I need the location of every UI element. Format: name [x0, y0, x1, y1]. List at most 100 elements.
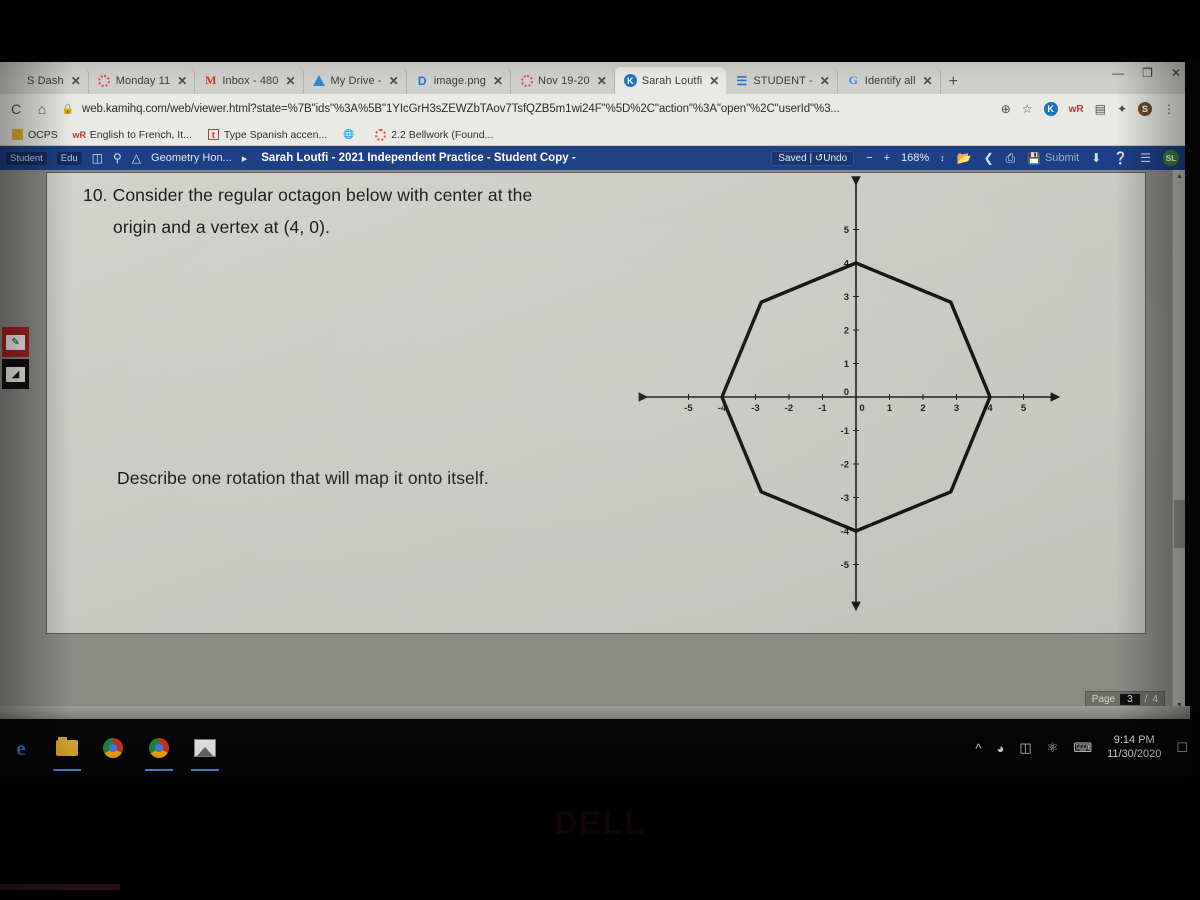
clock[interactable]: 9:14 PM 11/30/2020 — [1107, 734, 1161, 762]
browser-tab-1[interactable]: Monday 11 ✕ — [88, 67, 196, 94]
reload-icon[interactable]: C — [8, 101, 24, 117]
active-indicator — [53, 769, 81, 771]
action-center-icon[interactable]: ☐ — [1176, 740, 1188, 756]
taskbar-file-explorer-button[interactable] — [50, 731, 84, 771]
question-line-2: origin and a vertex at (4, 0). — [113, 217, 330, 237]
folder-icon — [12, 129, 23, 140]
bookmark-ocps[interactable]: OCPS — [12, 129, 58, 141]
print-icon[interactable]: ⎙ — [1006, 151, 1016, 166]
home-icon[interactable]: ⌂ — [34, 101, 50, 117]
taskbar-chrome-button-2[interactable] — [142, 731, 176, 771]
url-bar[interactable]: 🔒 web.kamihq.com/web/viewer.html?state=%… — [60, 103, 991, 115]
clock-date: 11/30/2020 — [1107, 748, 1162, 760]
browser-omnibox-row: C ⌂ 🔒 web.kamihq.com/web/viewer.html?sta… — [0, 94, 1185, 124]
svg-text:-2: -2 — [841, 460, 849, 471]
viewer-scrollbar[interactable]: ▲ ▼ — [1172, 170, 1185, 712]
sidebar-toggle-icon[interactable]: ◫ — [92, 151, 103, 165]
google-icon: G — [848, 73, 858, 87]
bookmark-bellwork[interactable]: 2.2 Bellwork (Found... — [375, 128, 493, 141]
close-icon[interactable]: ✕ — [923, 75, 933, 87]
bookmark-english-to-french[interactable]: wR English to French, It... — [73, 129, 192, 141]
breadcrumb-arrow-icon: ▸ — [241, 152, 248, 165]
close-icon[interactable]: ✕ — [493, 75, 503, 87]
minimize-button[interactable]: — — [1112, 66, 1124, 80]
browser-tab-2[interactable]: M Inbox - 480 ✕ — [195, 67, 304, 94]
search-icon[interactable]: ⚲ — [113, 151, 122, 165]
browser-tab-0[interactable]: S Dash ✕ — [0, 67, 89, 94]
drive-icon[interactable]: △ — [132, 151, 141, 165]
battery-icon[interactable]: ◫ — [1019, 740, 1031, 756]
scrollbar-thumb[interactable] — [1174, 500, 1185, 548]
close-icon[interactable]: ✕ — [285, 75, 295, 87]
help-icon[interactable]: ❔ — [1113, 151, 1128, 165]
windows-taskbar: e ^ ◕ ◫ ⚛ ⌨ 9:14 PM 11/30/2020 ☐ — [0, 719, 1200, 777]
question-line-1: 10. Consider the regular octagon below w… — [83, 185, 533, 205]
maximize-button[interactable]: ❐ — [1142, 66, 1153, 80]
shape-tool[interactable]: ◢ — [2, 359, 29, 389]
profile-avatar[interactable]: S — [1138, 102, 1152, 116]
browser-tab-5-active-kami[interactable]: K Sarah Loutfi ✕ — [614, 67, 727, 94]
folder-open-icon[interactable]: 📂 — [957, 151, 972, 165]
close-window-button[interactable]: ✕ — [1171, 66, 1181, 80]
hamburger-icon[interactable]: ☰ — [1140, 151, 1151, 165]
close-icon[interactable]: ✕ — [389, 75, 399, 87]
close-icon[interactable]: ✕ — [709, 75, 719, 87]
zoom-stepper-icon[interactable]: ↕ — [940, 153, 945, 163]
svg-text:-1: -1 — [841, 426, 850, 437]
page-total: 4 — [1152, 694, 1158, 705]
undo-label[interactable]: Undo — [823, 153, 847, 164]
bluetooth-icon[interactable]: ⚛ — [1047, 740, 1059, 756]
reader-extension-icon[interactable]: ▤ — [1095, 102, 1106, 116]
bookmark-type-spanish-accents[interactable]: t Type Spanish accen... — [207, 129, 327, 141]
wr-extension-icon[interactable]: wR — [1069, 104, 1084, 115]
close-icon[interactable]: ✕ — [177, 75, 187, 87]
save-status-and-undo[interactable]: Saved | ↺Undo — [771, 150, 855, 166]
breadcrumb-folder[interactable]: Geometry Hon... — [151, 152, 232, 164]
wifi-icon[interactable]: ◕ — [997, 741, 1005, 756]
puzzle-extension-icon[interactable]: ✦ — [1117, 102, 1127, 116]
zoom-level-value[interactable]: 168% — [901, 152, 929, 164]
close-icon[interactable]: ✕ — [71, 75, 81, 87]
new-tab-button[interactable]: + — [941, 73, 966, 94]
submit-label: Submit — [1044, 152, 1080, 164]
kami-extension-icon[interactable]: K — [1043, 102, 1058, 116]
generic-icon — [9, 74, 22, 87]
browser-tab-3[interactable]: My Drive - ✕ — [303, 67, 407, 94]
lock-icon: 🔒 — [61, 103, 75, 115]
url-text: web.kamihq.com/web/viewer.html?state=%7B… — [82, 103, 840, 115]
gmail-icon: M — [205, 73, 217, 87]
browser-tab-8[interactable]: G Identify all ✕ — [837, 67, 941, 94]
close-icon[interactable]: ✕ — [597, 75, 607, 87]
globe-icon: 🌐 — [343, 129, 355, 139]
scroll-up-icon[interactable]: ▲ — [1173, 170, 1185, 183]
bookmark-globe[interactable]: 🌐 — [343, 129, 359, 140]
document-page: 10. Consider the regular octagon below w… — [46, 172, 1146, 634]
clock-time: 9:14 PM — [1113, 734, 1155, 747]
highlight-tool[interactable]: ✎ — [2, 327, 29, 357]
user-avatar[interactable]: SL — [1163, 150, 1179, 166]
install-icon[interactable]: ⊕ — [1001, 102, 1011, 116]
file-explorer-icon — [56, 737, 78, 756]
browser-tab-4[interactable]: D image.png ✕ — [406, 67, 512, 94]
submit-button[interactable]: 💾 Submit — [1027, 152, 1079, 165]
chevron-up-icon[interactable]: ^ — [975, 741, 981, 756]
question-line-3: Describe one rotation that will map it o… — [117, 468, 489, 488]
page-number-input[interactable]: 3 — [1120, 694, 1140, 705]
document-title: Sarah Loutfi - 2021 Independent Practice… — [261, 152, 576, 164]
menu-kebab-icon[interactable]: ⋮ — [1163, 102, 1175, 116]
star-icon[interactable]: ☆ — [1022, 102, 1033, 116]
share-icon[interactable]: ❮ — [984, 151, 994, 165]
taskbar-edge-button[interactable]: e — [4, 731, 38, 765]
ring-icon — [375, 128, 387, 141]
zoom-out-button[interactable]: − — [866, 152, 872, 164]
download-icon[interactable]: ⬇ — [1091, 151, 1101, 165]
browser-tab-7[interactable]: ☰ STUDENT - ✕ — [726, 67, 838, 94]
zoom-in-button[interactable]: + — [884, 152, 890, 164]
taskbar-photos-button[interactable] — [188, 731, 222, 771]
taskbar-chrome-button-1[interactable] — [96, 731, 130, 765]
browser-tab-5[interactable]: Nov 19-20 ✕ — [511, 67, 615, 94]
svg-text:0: 0 — [844, 387, 849, 398]
svg-text:-5: -5 — [684, 403, 693, 414]
close-icon[interactable]: ✕ — [820, 75, 830, 87]
keyboard-icon[interactable]: ⌨ — [1073, 740, 1092, 756]
